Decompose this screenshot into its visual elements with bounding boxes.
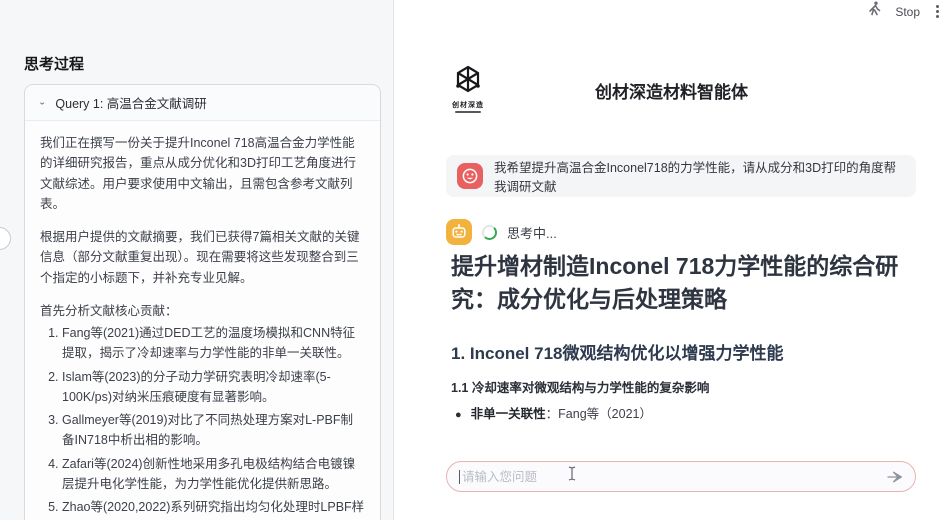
assistant-status-row: 思考中...	[446, 219, 557, 245]
thinking-process-panel: 思考过程 ⌄ Query 1: 高温合金文献调研 我们正在撰写一份关于提升Inc…	[0, 0, 394, 520]
agent-title: 创材深造材料智能体	[595, 83, 748, 102]
thinking-paragraph: 首先分析文献核心贡献：	[40, 303, 178, 318]
chat-input-bar	[446, 461, 916, 492]
subsection-heading: 1.1 冷却速率对微观结构与力学性能的复杂影响	[451, 381, 710, 395]
walking-person-icon[interactable]	[867, 1, 882, 22]
bullet-dot: ●	[455, 409, 462, 421]
bullet-text: 非单一关联性：Fang等（2021）	[470, 407, 652, 421]
thinking-status: 思考中...	[507, 225, 557, 241]
finding-bullet: ● 非单一关联性：Fang等（2021）	[455, 403, 895, 422]
chat-main-panel: Stop 创材深造 创材深造材料智能体 我希望提升高温合金Inconel718的…	[395, 0, 948, 520]
stop-button[interactable]: Stop	[895, 5, 920, 19]
chevron-down-icon: ⌄	[38, 98, 47, 107]
app-window: 思考过程 ⌄ Query 1: 高温合金文献调研 我们正在撰写一份关于提升Inc…	[0, 0, 948, 520]
panel-collapse-handle[interactable]	[0, 227, 11, 250]
query-card-body: 我们正在撰写一份关于提升Inconel 718高温合金力学性能的详细研究报告，重…	[25, 121, 380, 520]
brand-row: 创材深造 创材深造材料智能体	[395, 60, 948, 115]
thinking-paragraph: 根据用户提供的文献摘要，我们已获得7篇相关文献的关键信息（部分文献重复出现）。现…	[40, 230, 360, 285]
list-item: Zhao等(2020,2022)系列研究指出均匀化处理时LPBF样品因Nb分布均…	[62, 497, 365, 520]
thinking-panel-title: 思考过程	[24, 56, 85, 73]
loading-spinner	[482, 224, 497, 240]
send-arrow-icon	[887, 471, 903, 482]
literature-list: Fang等(2021)通过DED工艺的温度场模拟和CNN特征提取，揭示了冷却速率…	[40, 323, 365, 520]
user-message-bubble: 我希望提升高温合金Inconel718的力学性能，请从成分和3D打印的角度帮我调…	[446, 155, 916, 197]
query-card: ⌄ Query 1: 高温合金文献调研 我们正在撰写一份关于提升Inconel …	[24, 84, 381, 520]
user-message-text: 我希望提升高温合金Inconel718的力学性能，请从成分和3D打印的角度帮我调…	[494, 161, 897, 194]
text-caret	[459, 469, 460, 484]
topbar: Stop	[867, 1, 942, 22]
smiley-face-icon	[462, 168, 478, 184]
logo-subtext-smudge	[455, 111, 481, 113]
user-avatar	[457, 163, 483, 189]
send-button[interactable]	[886, 470, 903, 484]
list-item: Zafari等(2024)创新性地采用多孔电极结构结合电镀镍层提升电化学性能，为…	[62, 454, 365, 495]
list-item: Gallmeyer等(2019)对比了不同热处理方案对L-PBF制备IN718中…	[62, 410, 365, 451]
thinking-paragraph: 我们正在撰写一份关于提升Inconel 718高温合金力学性能的详细研究报告，重…	[40, 136, 356, 211]
kebab-menu-icon[interactable]	[933, 2, 942, 21]
section-heading: 1. Inconel 718微观结构优化以增强力学性能	[451, 344, 784, 363]
robot-face-icon	[452, 224, 466, 238]
assistant-avatar	[446, 219, 472, 245]
report-title: 提升增材制造Inconel 718力学性能的综合研究：成分优化与后处理策略	[451, 253, 899, 312]
list-item: Islam等(2023)的分子动力学研究表明冷却速率(5-100K/ps)对纳米…	[62, 367, 365, 408]
query-card-title: Query 1: 高温合金文献调研	[55, 97, 207, 111]
query-card-header[interactable]: ⌄ Query 1: 高温合金文献调研	[25, 85, 380, 121]
chat-input[interactable]	[462, 469, 886, 484]
list-item: Fang等(2021)通过DED工艺的温度场模拟和CNN特征提取，揭示了冷却速率…	[62, 323, 365, 364]
